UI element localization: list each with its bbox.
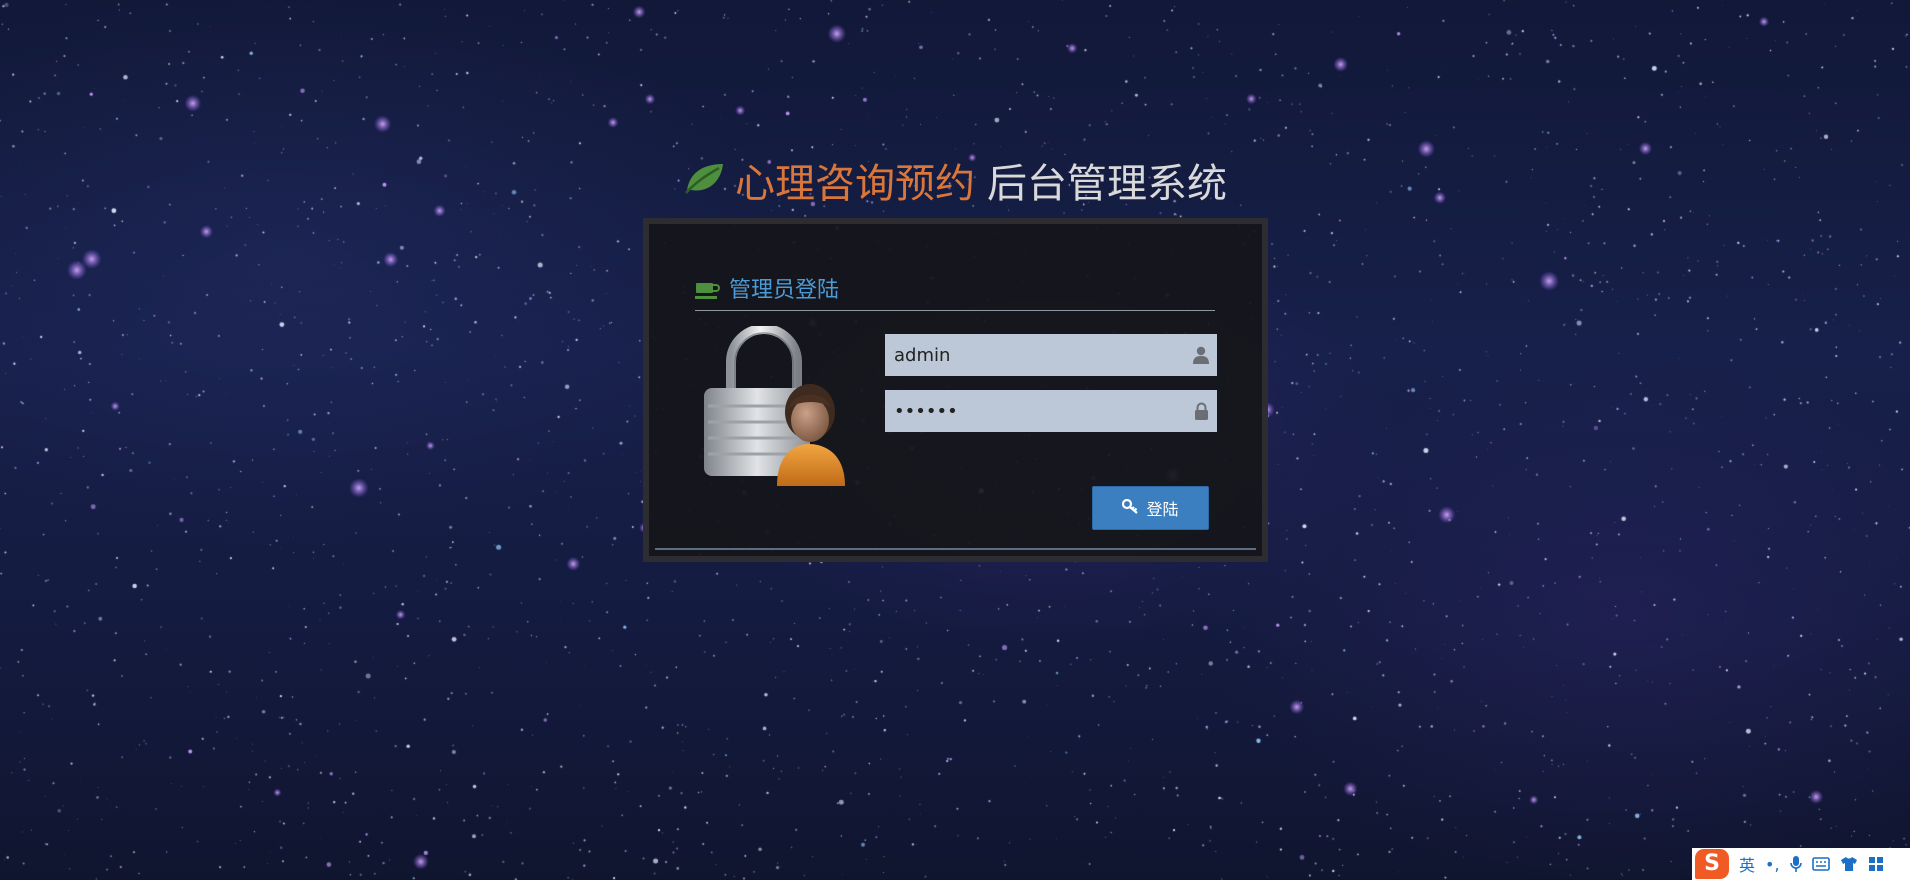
lock-icon <box>1194 402 1209 424</box>
panel-divider <box>655 548 1256 550</box>
ime-toolbar: S 英 •, <box>1692 848 1910 880</box>
username-field <box>885 334 1217 376</box>
ime-punctuation-toggle[interactable]: •, <box>1765 855 1780 874</box>
ime-logo[interactable]: S <box>1695 849 1729 879</box>
ime-mode-toggle[interactable]: 英 <box>1739 852 1755 876</box>
password-input[interactable] <box>885 390 1217 432</box>
user-icon <box>1193 346 1209 368</box>
skin-shirt-icon[interactable] <box>1840 856 1858 872</box>
login-panel: 管理员登陆 admin •••••• 登陆 <box>643 218 1268 562</box>
password-field <box>885 390 1217 432</box>
login-button-label: 登陆 <box>1146 500 1179 519</box>
keyboard-icon[interactable] <box>1811 857 1830 871</box>
login-panel-heading: 管理员登陆 <box>729 278 840 303</box>
key-icon <box>1122 498 1139 518</box>
login-panel-header: 管理员登陆 <box>695 274 1215 311</box>
username-input[interactable] <box>885 334 1217 376</box>
leaf-icon <box>683 152 725 212</box>
login-button[interactable]: 登陆 <box>1092 486 1209 530</box>
padlock-user-illustration <box>699 324 849 486</box>
microphone-icon[interactable] <box>1789 855 1802 873</box>
brand-name: 心理咨询预约 <box>735 161 975 207</box>
system-subtitle: 后台管理系统 <box>987 161 1227 207</box>
coffee-cup-icon <box>695 282 721 306</box>
toolbox-grid-icon[interactable] <box>1868 856 1884 872</box>
page-title: 心理咨询预约 后台管理系统 <box>0 154 1910 214</box>
